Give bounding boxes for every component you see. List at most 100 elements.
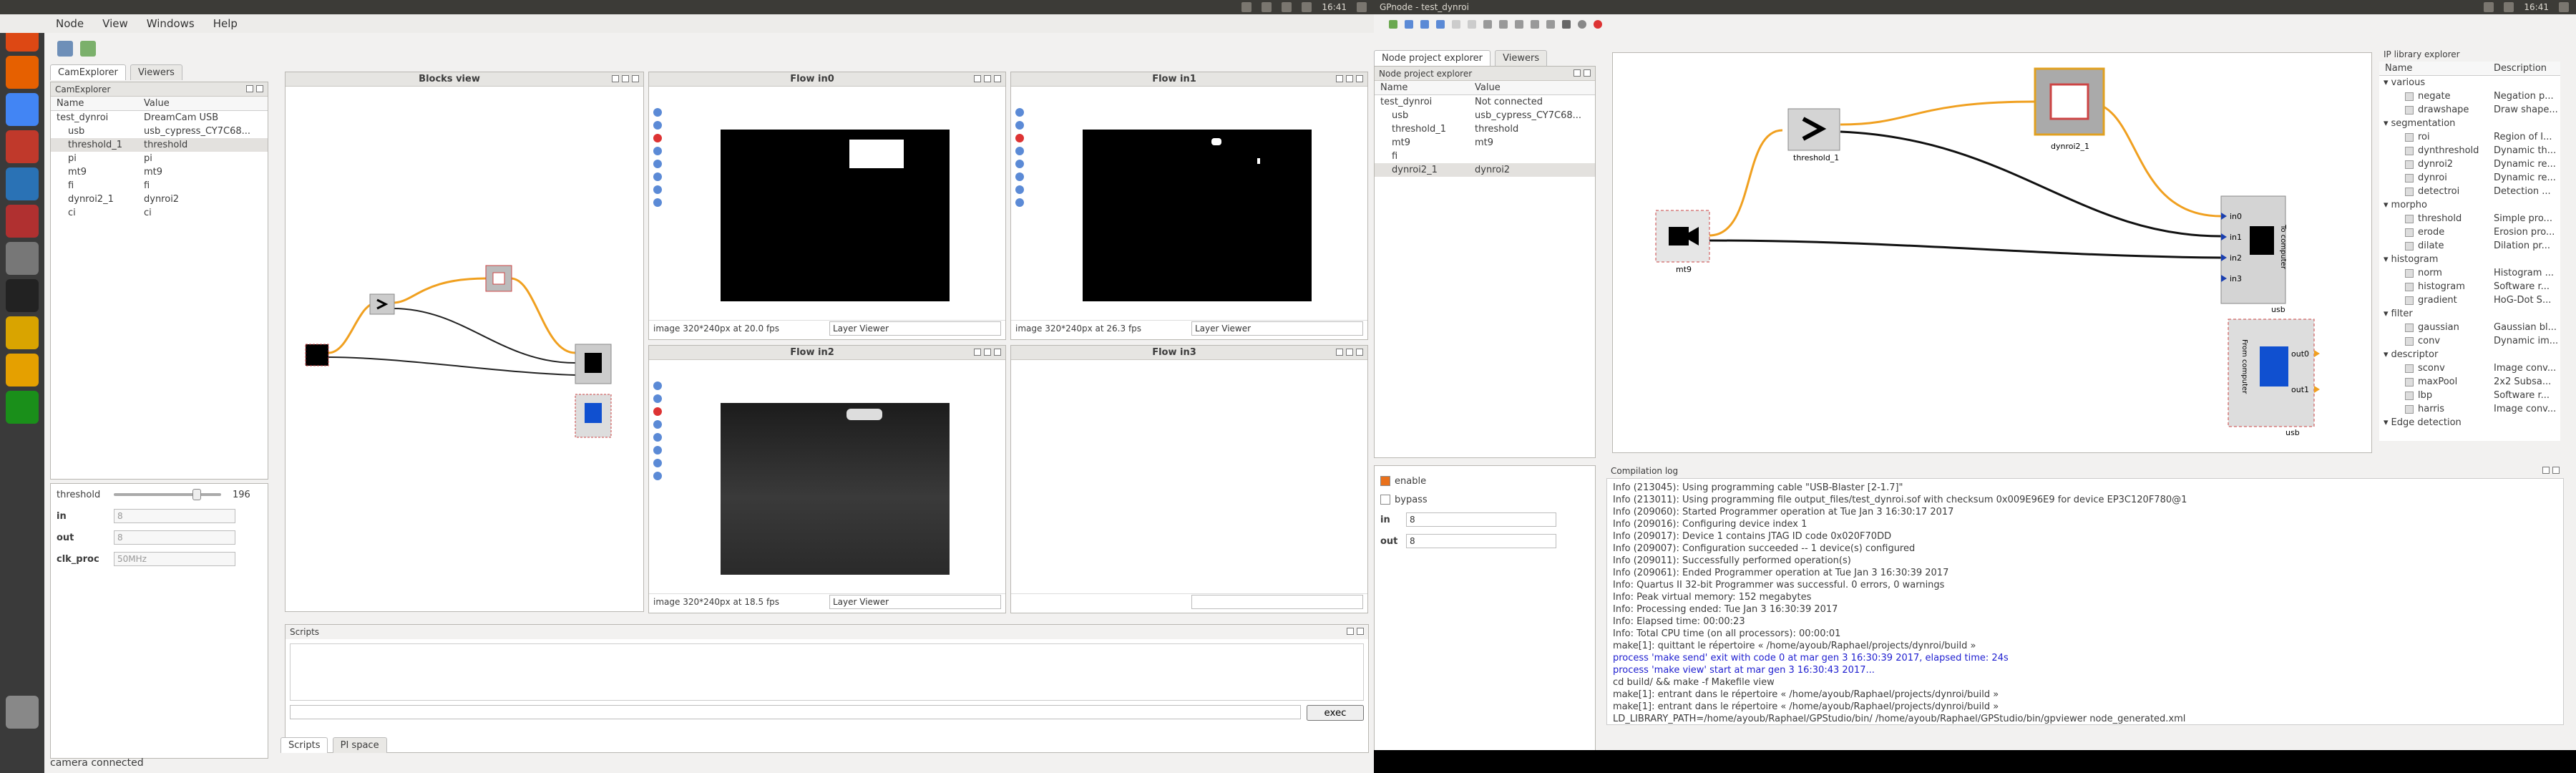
script-input[interactable] [290,705,1301,719]
float-icon[interactable] [1347,628,1354,635]
expand-icon[interactable]: ▾ [2379,118,2389,129]
network-icon[interactable] [2484,2,2494,12]
float-icon[interactable] [246,84,253,92]
ip-item[interactable]: dynroi2 Dynamic re... [2379,157,2560,171]
tab-pi-space[interactable]: PI space [332,737,387,753]
pause-icon[interactable] [653,108,662,117]
tree-row[interactable]: ci ci [51,206,268,220]
tree-row[interactable]: dynroi2_1 dynroi2 [51,193,268,206]
tree-row[interactable]: threshold_1 threshold [51,138,268,152]
play-icon[interactable] [6,391,39,424]
layer-select[interactable]: Layer Viewer [829,321,1001,336]
log-output[interactable]: Info (213045): Using programming cable "… [1606,478,2564,725]
view-icon[interactable] [1578,20,1586,29]
trash-icon[interactable] [6,696,39,729]
expand-icon[interactable]: ▾ [2379,308,2389,319]
ip-group[interactable]: ▾ various [2379,76,2560,89]
max-icon[interactable] [1346,348,1353,356]
layers-icon[interactable] [653,147,662,155]
ip-item[interactable]: gaussian Gaussian bl... [2379,321,2560,334]
ip-item[interactable]: conv Dynamic im... [2379,334,2560,348]
pause-icon[interactable] [1015,108,1024,117]
zoom-out-icon[interactable] [653,446,662,454]
expand-icon[interactable]: ▾ [2379,77,2389,88]
redo-icon[interactable] [1468,20,1476,29]
ip-group[interactable]: ▾ descriptor [2379,348,2560,361]
blocks-diagram[interactable] [286,87,643,609]
refresh-icon[interactable] [80,41,96,57]
ip-item[interactable]: norm Histogram ... [2379,266,2560,280]
robot-icon[interactable] [6,316,39,349]
max-icon[interactable] [984,348,991,356]
new-icon[interactable] [1389,20,1397,29]
files-icon[interactable] [6,130,39,163]
volume-icon[interactable] [1302,2,1312,12]
float-icon[interactable] [2542,467,2550,474]
min-icon[interactable] [612,74,619,82]
bypass-checkbox[interactable] [1380,495,1390,505]
menu-windows[interactable]: Windows [147,17,195,30]
exec-button[interactable]: exec [1307,705,1364,721]
save-icon[interactable] [653,121,662,130]
min-icon[interactable] [1336,74,1343,82]
save-icon[interactable] [653,394,662,403]
zoom-fit-icon[interactable] [653,459,662,467]
ip-item[interactable]: maxPool 2x2 Subsa... [2379,375,2560,389]
clock[interactable]: 16:41 [1322,2,1347,12]
close-icon[interactable] [2552,467,2560,474]
enable-checkbox[interactable] [1380,476,1390,486]
menu-view[interactable]: View [102,17,128,30]
tab-scripts[interactable]: Scripts [280,737,328,753]
compile-icon[interactable] [1499,20,1508,29]
ip-item[interactable]: histogram Software r... [2379,280,2560,293]
record-icon[interactable] [653,407,662,416]
out-field[interactable]: 8 [1406,534,1556,548]
tree-row[interactable]: pi pi [51,152,268,165]
tex-icon[interactable] [6,242,39,275]
close-icon[interactable] [1356,348,1363,356]
pause-icon[interactable] [653,381,662,390]
ip-group[interactable]: ▾ morpho [2379,198,2560,212]
zoom-reset-icon[interactable] [653,472,662,480]
layer-select[interactable] [1191,594,1363,609]
menu-node[interactable]: Node [56,17,84,30]
program-icon[interactable] [1531,20,1539,29]
firefox-icon[interactable] [6,56,39,89]
tree-row[interactable]: fi [1375,150,1595,163]
slider-thumb[interactable] [192,489,201,500]
build-icon[interactable] [1483,20,1492,29]
tree-row[interactable]: mt9 mt9 [1375,136,1595,150]
tab-camexplorer[interactable]: CamExplorer [50,64,126,80]
save-icon[interactable] [1420,20,1429,29]
settings-icon[interactable] [1357,2,1367,12]
node-canvas[interactable]: mt9 threshold_1 dynroi2_1 usb To compute… [1612,52,2372,453]
tree-row[interactable]: fi fi [51,179,268,193]
expand-icon[interactable]: ▾ [2379,349,2389,360]
open-icon[interactable] [1405,20,1413,29]
ip-group[interactable]: ▾ filter [2379,307,2560,321]
max-icon[interactable] [622,74,629,82]
zoom-in-icon[interactable] [653,433,662,442]
ip-item[interactable]: erode Erosion pro... [2379,225,2560,239]
settings-icon[interactable] [2559,2,2569,12]
max-icon[interactable] [984,74,991,82]
float-icon[interactable] [1574,69,1581,77]
battery-icon[interactable] [1282,2,1292,12]
close-icon[interactable] [1357,628,1364,635]
play-icon[interactable] [1562,20,1571,29]
close-icon[interactable] [994,74,1001,82]
tab-viewers[interactable]: Viewers [1495,50,1548,66]
writer-icon[interactable] [6,167,39,200]
ip-item[interactable]: dynroi Dynamic re... [2379,171,2560,185]
out-field[interactable]: 8 [114,530,235,545]
record-icon[interactable] [1015,134,1024,142]
tree-row[interactable]: test_dynroi DreamCam USB [51,111,268,125]
menu-help[interactable]: Help [213,17,238,30]
clock[interactable]: 16:41 [2524,2,2549,12]
record-icon[interactable] [653,134,662,142]
zoom-reset-icon[interactable] [1015,198,1024,207]
terminal-icon[interactable] [6,279,39,312]
clk-field[interactable]: 50MHz [114,552,235,566]
min-icon[interactable] [1336,348,1343,356]
undo-icon[interactable] [1452,20,1460,29]
